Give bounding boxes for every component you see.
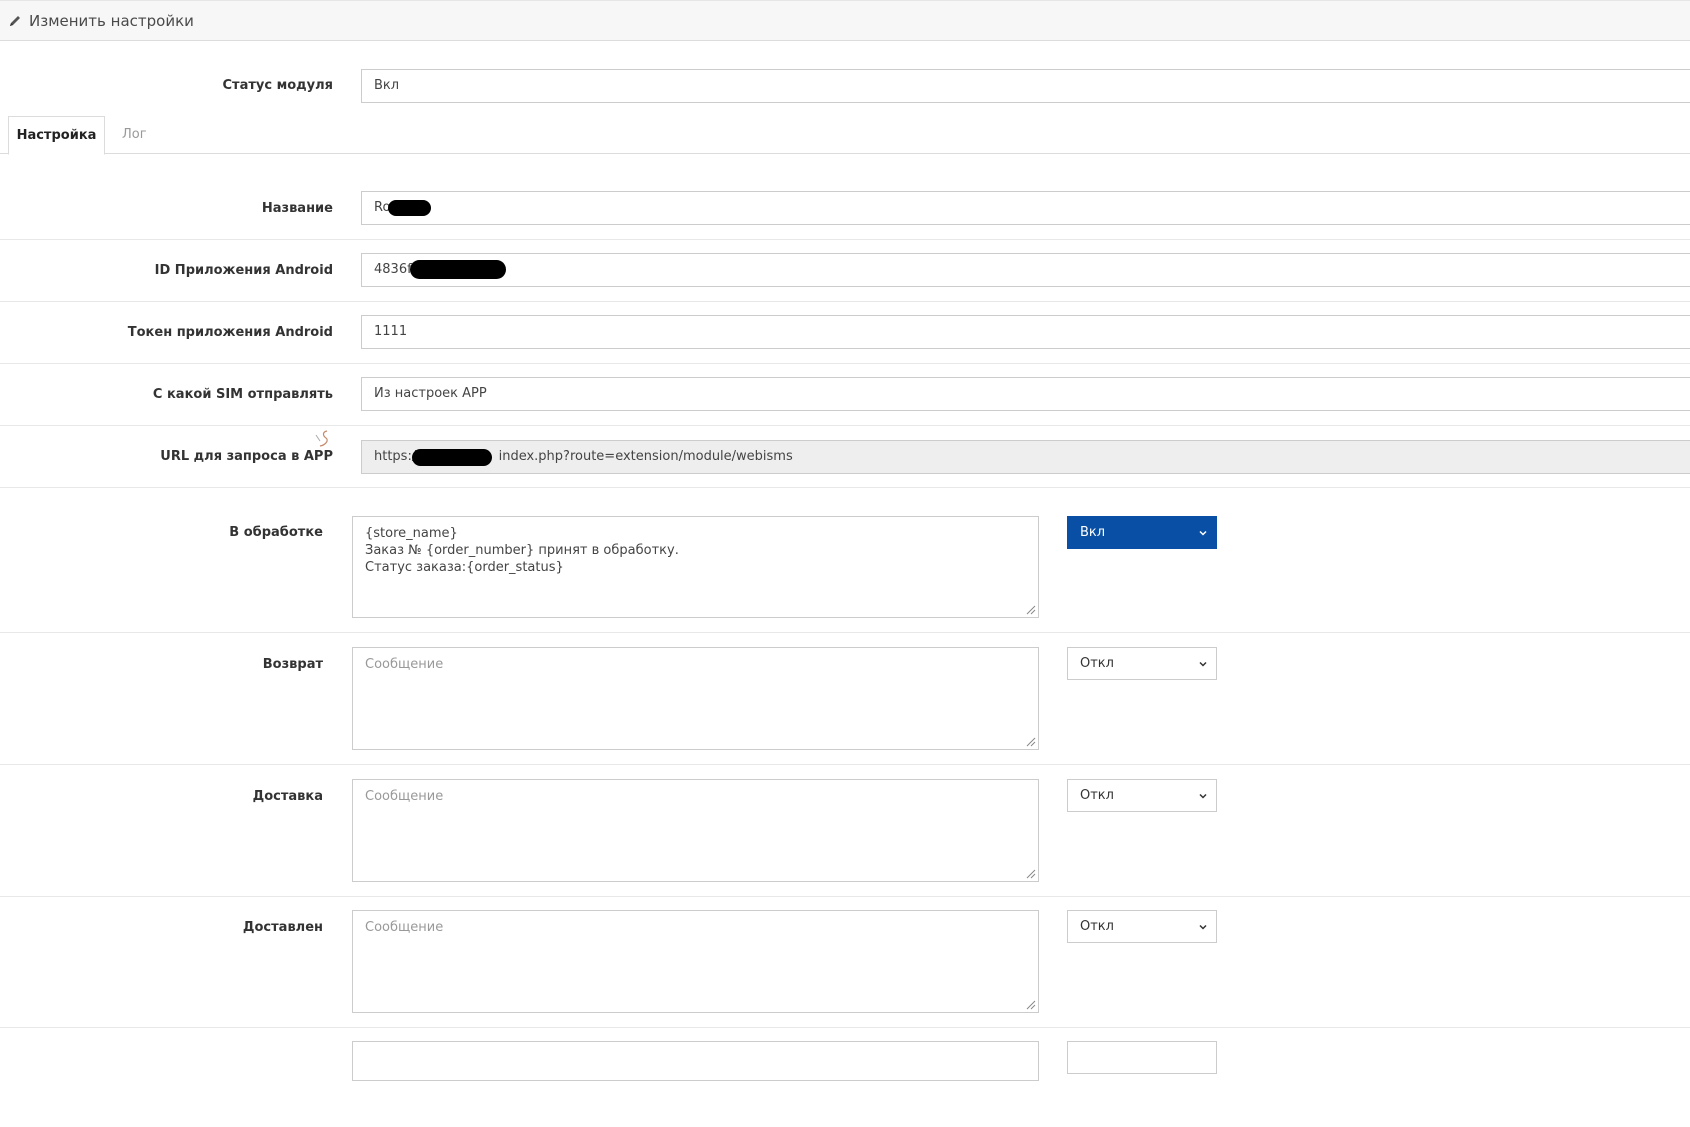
- module-status-label: Статус модуля: [222, 78, 334, 93]
- chevron-down-icon: [1199, 793, 1207, 799]
- android-id-label: ID Приложения Android: [154, 263, 333, 278]
- sim-select[interactable]: Из настроек APP: [361, 377, 1690, 411]
- tab-settings[interactable]: Настройка: [8, 116, 105, 155]
- sim-label: С какой SIM отправлять: [152, 387, 333, 402]
- message-textarea-return[interactable]: Сообщение: [352, 647, 1039, 750]
- redaction-mark: [388, 200, 431, 216]
- divider: [0, 363, 1690, 364]
- resize-handle-icon[interactable]: [1024, 735, 1036, 747]
- toggle-value: Откл: [1080, 919, 1114, 934]
- url-input[interactable]: https://index.php?route=extension/module…: [361, 440, 1690, 474]
- panel-title: Изменить настройки: [29, 12, 194, 30]
- divider: [0, 239, 1690, 240]
- message-textarea-shipping[interactable]: Сообщение: [352, 779, 1039, 882]
- panel-heading: Изменить настройки: [0, 0, 1690, 41]
- toggle-select-shipping[interactable]: Откл: [1067, 779, 1217, 812]
- cursor-mark-icon: [315, 430, 328, 447]
- divider: [0, 301, 1690, 302]
- url-suffix: index.php?route=extension/module/webisms: [498, 449, 793, 464]
- resize-handle-icon[interactable]: [1024, 603, 1036, 615]
- tab-bar: Настройка Лог: [0, 116, 1690, 155]
- url-label: URL для запроса в APP: [160, 449, 333, 464]
- tab-log[interactable]: Лог: [108, 116, 161, 154]
- chevron-down-icon: [1199, 530, 1207, 536]
- android-token-input[interactable]: 1111: [361, 315, 1690, 349]
- redaction-mark: [412, 449, 492, 466]
- message-textarea-next[interactable]: [352, 1041, 1039, 1081]
- message-textarea-processing[interactable]: {store_name} Заказ № {order_number} прин…: [352, 516, 1039, 618]
- divider: [0, 764, 1690, 765]
- redaction-mark: [410, 260, 506, 279]
- android-token-label: Токен приложения Android: [127, 325, 333, 340]
- chevron-down-icon: [1199, 661, 1207, 667]
- status-label-processing: В обработке: [229, 525, 323, 540]
- toggle-select-processing[interactable]: Вкл: [1067, 516, 1217, 549]
- android-id-input[interactable]: 4836f3: [361, 253, 1690, 287]
- toggle-value: Вкл: [1080, 525, 1106, 540]
- name-label: Название: [261, 201, 333, 216]
- toggle-value: Откл: [1080, 788, 1114, 803]
- toggle-select-delivered[interactable]: Откл: [1067, 910, 1217, 943]
- status-label-return: Возврат: [262, 657, 323, 672]
- toggle-select-next[interactable]: [1067, 1041, 1217, 1074]
- message-textarea-delivered[interactable]: Сообщение: [352, 910, 1039, 1013]
- divider: [0, 632, 1690, 633]
- toggle-select-return[interactable]: Откл: [1067, 647, 1217, 680]
- chevron-down-icon: [1199, 924, 1207, 930]
- toggle-value: Откл: [1080, 656, 1114, 671]
- divider: [0, 425, 1690, 426]
- resize-handle-icon[interactable]: [1024, 998, 1036, 1010]
- status-label-delivered: Доставлен: [242, 920, 323, 935]
- divider: [0, 1027, 1690, 1028]
- module-status-select[interactable]: Вкл: [361, 69, 1690, 103]
- pencil-icon: [10, 16, 20, 26]
- status-label-shipping: Доставка: [252, 789, 323, 804]
- resize-handle-icon[interactable]: [1024, 867, 1036, 879]
- name-input[interactable]: Ro: [361, 191, 1690, 225]
- divider: [0, 896, 1690, 897]
- divider: [0, 487, 1690, 488]
